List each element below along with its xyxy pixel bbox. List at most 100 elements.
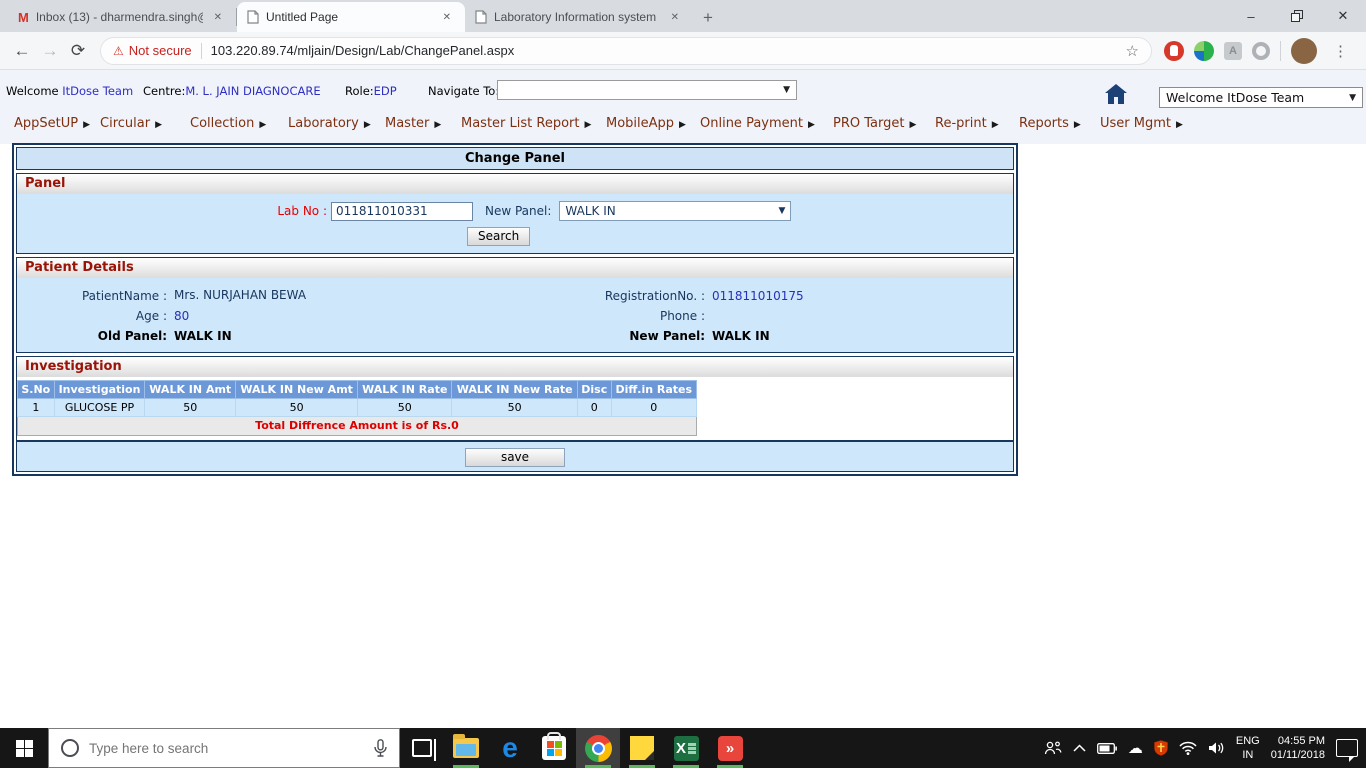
onedrive-cloud-icon[interactable]: ☁ — [1128, 739, 1143, 757]
col-disc: Disc — [576, 380, 612, 399]
lab-no-input[interactable] — [331, 201, 473, 221]
user-dropdown[interactable]: Welcome ItDose Team ▼ — [1159, 87, 1363, 108]
menu-pro-target[interactable]: PRO Target ▶ — [833, 116, 916, 131]
forward-button[interactable]: → — [36, 37, 64, 65]
menu-label: Online Payment — [700, 116, 803, 131]
tab-untitled-page-active[interactable]: Untitled Page ✕ — [237, 2, 465, 32]
taskbar-file-explorer[interactable] — [444, 728, 488, 768]
main-menu-bar: AppSetUP ▶ Circular ▶ Collection ▶ Laborato… — [0, 108, 1366, 144]
welcome-label: Welcome — [6, 84, 59, 98]
col-walkin-new-rate: WALK IN New Rate — [451, 380, 578, 399]
cell-walkin-new-amt: 50 — [235, 398, 359, 417]
adobe-extension-icon[interactable]: A — [1224, 41, 1242, 60]
save-row: save — [17, 440, 1013, 471]
start-button[interactable] — [0, 728, 48, 768]
cell-disc: 0 — [576, 398, 612, 417]
page-title: Change Panel — [16, 147, 1014, 170]
refresh-button[interactable]: ⟳ — [64, 37, 92, 65]
investigation-title: Investigation — [17, 357, 1013, 377]
menu-circular[interactable]: Circular ▶ — [100, 116, 162, 131]
patient-details-body: PatientName : Mrs. NURJAHAN BEWA Registr… — [17, 278, 1013, 352]
registration-no-label: RegistrationNo. : — [604, 288, 705, 303]
language-indicator[interactable]: ENG IN — [1236, 734, 1260, 763]
tab-close-icon[interactable]: ✕ — [667, 10, 683, 25]
menu-master[interactable]: Master ▶ — [385, 116, 441, 131]
back-button[interactable]: ← — [8, 37, 36, 65]
taskbar-store[interactable] — [532, 728, 576, 768]
file-explorer-icon — [453, 734, 479, 758]
menu-user-mgmt[interactable]: User Mgmt ▶ — [1100, 116, 1183, 131]
battery-icon[interactable] — [1096, 742, 1117, 754]
menu-label: MobileApp — [606, 116, 675, 131]
home-button[interactable] — [1104, 83, 1128, 108]
menu-collection[interactable]: Collection ▶ — [190, 116, 266, 131]
tab-close-icon[interactable]: ✕ — [210, 10, 226, 25]
taskbar-edge[interactable]: e — [488, 728, 532, 768]
task-view-button[interactable] — [400, 728, 444, 768]
url-text[interactable]: 103.220.89.74/mljain/Design/Lab/ChangePa… — [211, 43, 1126, 58]
menu-mobileapp[interactable]: MobileApp ▶ — [606, 116, 686, 131]
screen: M Inbox (13) - dharmendra.singh@ ✕ Untit… — [0, 0, 1366, 768]
tab-gmail[interactable]: M Inbox (13) - dharmendra.singh@ ✕ — [8, 2, 236, 32]
tab-laboratory-information-system[interactable]: Laboratory Information system ✕ — [465, 2, 693, 32]
phone-label: Phone : — [659, 308, 705, 323]
menu-label: Collection — [190, 116, 255, 131]
tab-title: Untitled Page — [266, 10, 339, 24]
cell-walkin-new-rate: 50 — [451, 398, 578, 417]
navigate-to-select[interactable]: ▼ — [497, 80, 797, 100]
submenu-arrow-icon: ▶ — [1176, 120, 1183, 130]
taskbar-chrome[interactable] — [576, 728, 620, 768]
change-panel-container: Change Panel Panel Lab No : New Panel: W… — [12, 143, 1018, 476]
web-page: Welcome ItDose Team Centre:M. L. JAIN DI… — [0, 70, 1366, 728]
chrome-menu-icon[interactable]: ⋮ — [1327, 42, 1354, 60]
menu-reports[interactable]: Reports ▶ — [1019, 116, 1081, 131]
taskbar-clock[interactable]: 04:55 PM 01/11/2018 — [1271, 734, 1325, 763]
search-button[interactable]: Search — [467, 227, 531, 246]
profile-avatar[interactable] — [1291, 37, 1317, 64]
adblock-extension-icon[interactable] — [1164, 40, 1184, 61]
not-secure-label[interactable]: Not secure — [129, 43, 192, 58]
restore-button[interactable] — [1274, 0, 1320, 32]
volume-icon[interactable] — [1208, 741, 1225, 755]
people-icon[interactable] — [1044, 741, 1062, 755]
col-investigation: Investigation — [53, 380, 146, 399]
restore-icon — [1291, 10, 1303, 22]
windows-logo-icon — [15, 739, 33, 757]
language-region: IN — [1242, 749, 1254, 761]
close-button[interactable]: ✕ — [1320, 0, 1366, 32]
extension-icon[interactable] — [1252, 41, 1270, 60]
antivirus-shield-icon[interactable] — [1154, 740, 1168, 756]
menu-reprint[interactable]: Re-print ▶ — [935, 116, 999, 131]
store-icon — [542, 732, 566, 760]
menu-master-list-report[interactable]: Master List Report ▶ — [461, 116, 591, 131]
gmail-favicon-icon: M — [18, 9, 29, 25]
new-panel-select[interactable]: WALK IN ▼ — [559, 201, 792, 221]
investigation-body: S.No Investigation WALK IN Amt WALK IN N… — [17, 380, 1013, 471]
menu-laboratory[interactable]: Laboratory ▶ — [288, 116, 371, 131]
taskbar-search-input[interactable] — [89, 740, 364, 756]
address-bar[interactable]: ⚠ Not secure 103.220.89.74/mljain/Design… — [100, 36, 1152, 65]
wifi-icon[interactable] — [1179, 741, 1197, 755]
menu-appsetup[interactable]: AppSetUP ▶ — [14, 116, 90, 131]
taskbar-red-app[interactable]: » — [708, 728, 752, 768]
bookmark-star-icon[interactable]: ☆ — [1126, 42, 1139, 60]
excel-icon: X — [673, 735, 699, 761]
idm-extension-icon[interactable] — [1194, 40, 1214, 61]
action-center-icon[interactable] — [1336, 739, 1358, 762]
not-secure-warning-icon[interactable]: ⚠ — [113, 44, 124, 58]
new-tab-button[interactable]: + — [693, 8, 725, 32]
cell-walkin-amt: 50 — [144, 398, 237, 417]
microphone-icon[interactable] — [374, 739, 387, 757]
panel-section-title: Panel — [17, 174, 1013, 194]
minimize-button[interactable]: – — [1228, 0, 1274, 32]
menu-label: Master List Report — [461, 116, 580, 131]
taskbar-sticky-notes[interactable] — [620, 728, 664, 768]
hidden-icons-chevron-icon[interactable] — [1073, 744, 1086, 752]
new-panel-detail-label: New Panel: — [629, 328, 705, 343]
taskbar-search-box[interactable] — [48, 728, 400, 768]
menu-online-payment[interactable]: Online Payment ▶ — [700, 116, 815, 131]
tab-close-icon[interactable]: ✕ — [439, 10, 455, 25]
logged-in-user[interactable]: ItDose Team — [62, 84, 133, 98]
taskbar-excel[interactable]: X — [664, 728, 708, 768]
save-button[interactable]: save — [465, 448, 565, 467]
